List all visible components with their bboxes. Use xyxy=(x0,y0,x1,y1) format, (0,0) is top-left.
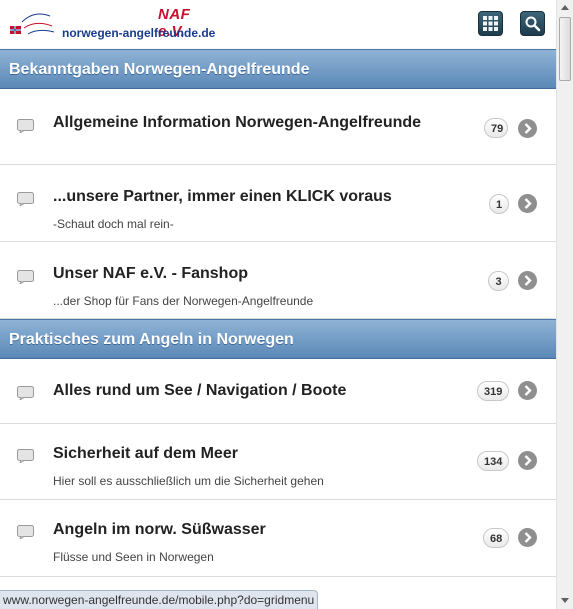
chevron-right-icon xyxy=(518,528,537,547)
chevron-right-icon xyxy=(518,194,537,213)
grid-menu-icon xyxy=(483,16,498,31)
post-count-badge: 1 xyxy=(489,194,509,214)
search-button[interactable] xyxy=(520,11,545,36)
post-count-badge: 134 xyxy=(477,451,509,471)
forum-title: ...unsere Partner, immer einen KLICK vor… xyxy=(53,188,392,205)
forum-title: Angeln im norw. Süßwasser xyxy=(53,521,266,538)
forum-bubble-icon xyxy=(17,525,34,539)
forum-row[interactable]: Angeln im norw. Süßwasser Flüsse und See… xyxy=(0,500,556,577)
header-bar: NAF e.V. norwegen-angelfreunde.de xyxy=(0,0,556,48)
arrow-down-icon xyxy=(561,598,569,603)
forum-page: NAF e.V. norwegen-angelfreunde.de Bekann… xyxy=(0,0,556,609)
site-logo[interactable]: NAF e.V. norwegen-angelfreunde.de xyxy=(10,4,220,44)
post-count-badge: 68 xyxy=(483,528,509,548)
forum-title: Sicherheit auf dem Meer xyxy=(53,445,238,462)
forum-bubble-icon xyxy=(17,386,34,400)
forum-bubble-icon xyxy=(17,119,34,133)
forum-row[interactable]: ...unsere Partner, immer einen KLICK vor… xyxy=(0,165,556,242)
scroll-down-button[interactable] xyxy=(557,593,573,609)
logo-badge-icon xyxy=(10,13,55,35)
chevron-right-icon xyxy=(518,451,537,470)
logo-url-text: norwegen-angelfreunde.de xyxy=(62,26,216,40)
chevron-right-icon xyxy=(518,271,537,290)
chevron-right-icon xyxy=(518,381,537,400)
forum-description: ...der Shop für Fans der Norwegen-Angelf… xyxy=(53,294,314,308)
scrollbar-thumb[interactable] xyxy=(559,17,571,81)
search-icon xyxy=(525,16,541,32)
section-header: Praktisches zum Angeln in Norwegen xyxy=(0,319,556,359)
chevron-right-icon xyxy=(518,119,537,138)
post-count-badge: 319 xyxy=(477,381,509,401)
post-count-badge: 79 xyxy=(484,118,508,138)
scroll-up-button[interactable] xyxy=(557,0,573,16)
forum-row[interactable]: Sicherheit auf dem Meer Hier soll es aus… xyxy=(0,424,556,500)
forum-row[interactable]: Unser NAF e.V. - Fanshop ...der Shop für… xyxy=(0,242,556,319)
forum-bubble-icon xyxy=(17,270,34,284)
forum-bubble-icon xyxy=(17,192,34,206)
forum-row[interactable]: Alles rund um See / Navigation / Boote 3… xyxy=(0,359,556,424)
forum-row[interactable]: Allgemeine Information Norwegen-Angelfre… xyxy=(0,89,556,165)
forum-description: -Schaut doch mal rein- xyxy=(53,217,174,231)
vertical-scrollbar[interactable] xyxy=(556,0,573,609)
forum-bubble-icon xyxy=(17,449,34,463)
arrow-up-icon xyxy=(561,5,569,10)
section-header: Bekanntgaben Norwegen-Angelfreunde xyxy=(0,49,556,89)
forum-title: Unser NAF e.V. - Fanshop xyxy=(53,265,248,282)
status-url-tooltip: www.norwegen-angelfreunde.de/mobile.php?… xyxy=(0,590,319,609)
post-count-badge: 3 xyxy=(488,271,509,291)
forum-title: Allgemeine Information Norwegen-Angelfre… xyxy=(53,114,422,131)
forum-title: Alles rund um See / Navigation / Boote xyxy=(53,382,347,399)
forum-description: Hier soll es ausschließlich um die Siche… xyxy=(53,474,324,488)
forum-description: Flüsse und Seen in Norwegen xyxy=(53,550,214,564)
grid-menu-button[interactable] xyxy=(478,11,503,36)
